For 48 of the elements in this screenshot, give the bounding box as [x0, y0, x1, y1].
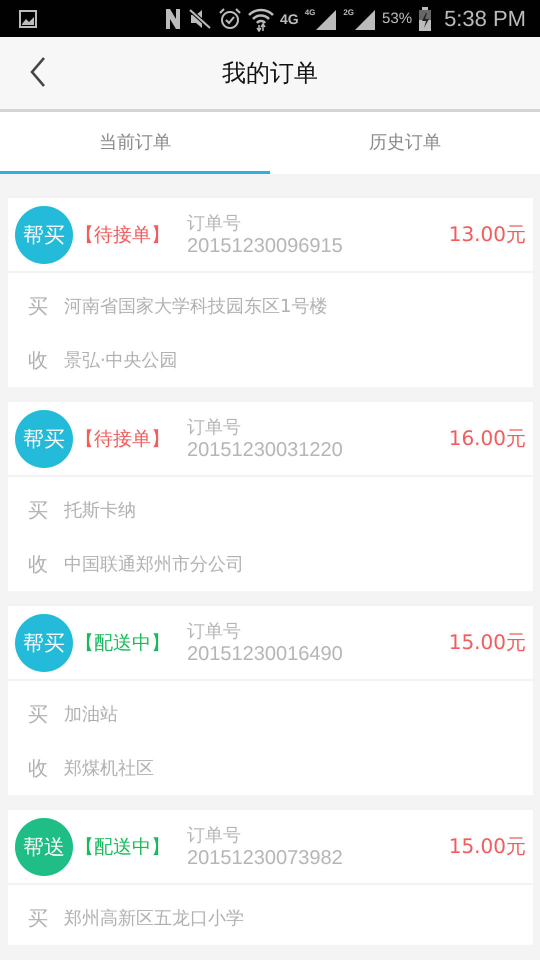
address-text: 郑州高新区五龙口小学	[64, 907, 244, 930]
order-price: 15.00元	[448, 833, 526, 860]
network-type: 4G	[304, 8, 316, 16]
network-type: 4G	[280, 10, 299, 26]
address-label: 买	[28, 904, 48, 932]
mute-icon	[188, 8, 212, 30]
address-label: 收	[28, 754, 48, 782]
order-price: 13.00元	[448, 221, 526, 248]
address-text: 河南省国家大学科技园东区1号楼	[64, 295, 328, 318]
signal-icon	[315, 8, 338, 30]
battery-percent: 53%	[382, 10, 412, 27]
address-text: 中国联通郑州市分公司	[64, 553, 244, 576]
address-label: 买	[28, 496, 48, 524]
order-number: 20151230016490	[187, 642, 344, 666]
order-number-label: 订单号	[187, 824, 242, 846]
order-status: 【待接单】	[75, 426, 171, 452]
order-price: 16.00元	[448, 425, 526, 452]
signal-icon	[354, 8, 376, 30]
back-button[interactable]	[30, 57, 46, 87]
order-type-badge: 帮买	[15, 206, 73, 264]
alarm-icon	[218, 6, 242, 30]
battery-charging-icon	[418, 6, 432, 30]
page-title: 我的订单	[222, 58, 318, 89]
address-label: 收	[28, 550, 48, 578]
order-number-label: 订单号	[187, 620, 242, 642]
clock: 5:38 PM	[444, 6, 526, 32]
order-status: 【配送中】	[75, 834, 171, 860]
address-text: 景弘·中央公园	[64, 349, 178, 372]
order-number-label: 订单号	[187, 416, 242, 438]
order-number: 20151230096915	[187, 234, 344, 258]
order-type-badge: 帮买	[15, 614, 73, 672]
back-icon	[30, 57, 46, 87]
order-type-badge: 帮送	[15, 818, 73, 876]
order-number: 20151230031220	[187, 438, 344, 462]
address-label: 买	[28, 292, 48, 320]
gallery-icon	[18, 8, 38, 28]
address-label: 收	[28, 346, 48, 374]
address-text: 托斯卡纳	[64, 499, 136, 522]
order-number-label: 订单号	[187, 212, 242, 234]
network-type: 2G	[343, 8, 354, 16]
address-text: 加油站	[64, 703, 118, 726]
order-price: 15.00元	[448, 629, 526, 656]
order-status: 【配送中】	[75, 630, 171, 656]
order-type-badge: 帮买	[15, 410, 73, 468]
address-text: 郑煤机社区	[64, 757, 154, 780]
order-status: 【待接单】	[75, 222, 171, 248]
order-number: 20151230073982	[187, 846, 344, 870]
address-label: 买	[28, 700, 48, 728]
